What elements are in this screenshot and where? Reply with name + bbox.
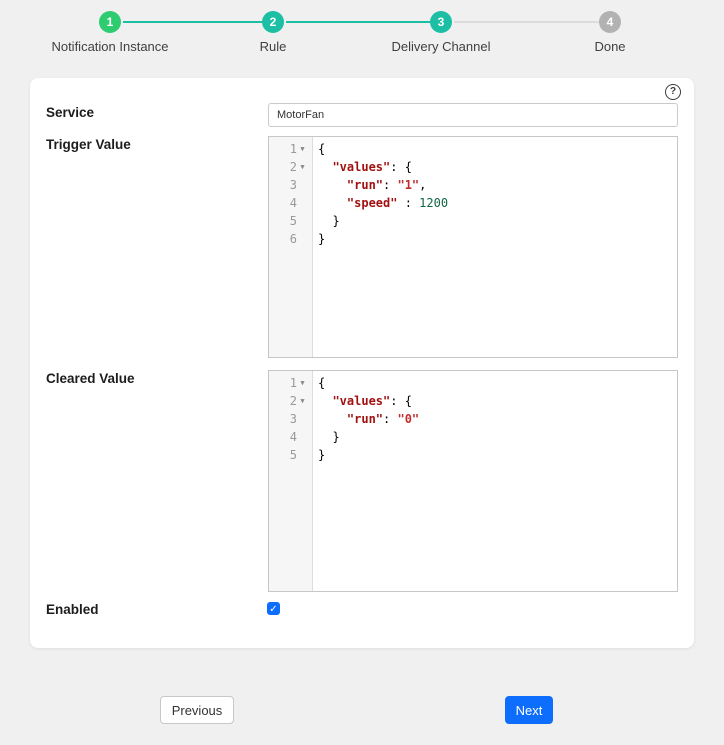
trigger-value-label: Trigger Value (46, 137, 131, 152)
line-number: 1 ▼ (269, 140, 312, 158)
line-number: 5 (289, 214, 297, 228)
line-number: 6 (289, 232, 297, 246)
code-line: } (318, 232, 326, 246)
fold-arrow-icon[interactable]: ▼ (297, 374, 308, 392)
step-4-circle[interactable]: 4 (599, 11, 621, 33)
line-number: 1 ▼ (269, 374, 312, 392)
step-connector-3-4 (454, 21, 599, 23)
service-input[interactable] (268, 103, 678, 127)
trigger-editor-gutter: 1 ▼ 2 ▼ 3 4 5 6 (269, 137, 313, 357)
code-line: "values": { (332, 394, 412, 408)
line-number: 4 (289, 430, 297, 444)
service-label: Service (46, 105, 95, 120)
page: 1 Notification Instance 2 Rule 3 Deliver… (0, 0, 724, 745)
line-number: 5 (289, 448, 297, 462)
step-2-circle[interactable]: 2 (262, 11, 284, 33)
line-number: 2 ▼ (269, 392, 312, 410)
code-line: } (318, 430, 340, 444)
step-2-label: Rule (259, 39, 287, 54)
fold-arrow-icon[interactable]: ▼ (297, 158, 308, 176)
line-number: 4 (289, 196, 297, 210)
code-line: "run": "1", (346, 178, 427, 192)
enabled-label: Enabled (46, 602, 99, 617)
code-line: { (318, 376, 326, 390)
code-line: "run": "0" (346, 412, 420, 426)
step-1-label: Notification Instance (51, 39, 169, 54)
step-connector-2-3 (286, 21, 430, 23)
code-line: } (318, 214, 340, 228)
line-number: 3 (289, 412, 297, 426)
fold-arrow-icon[interactable]: ▼ (297, 392, 308, 410)
code-line: "speed" : 1200 (346, 196, 449, 210)
step-3-label: Delivery Channel (391, 39, 491, 54)
fold-arrow-icon[interactable]: ▼ (297, 140, 308, 158)
code-line: } (318, 448, 326, 462)
code-line: "values": { (332, 160, 412, 174)
step-4-label: Done (594, 39, 626, 54)
line-number: 3 (289, 178, 297, 192)
line-number: 2 ▼ (269, 158, 312, 176)
trigger-editor-code[interactable]: { "values": { "run": "1", "speed" : 1200… (313, 137, 677, 357)
cleared-editor-code[interactable]: { "values": { "run": "0" }} (313, 371, 677, 591)
cleared-value-editor[interactable]: 1 ▼ 2 ▼ 3 4 5 { "values": { "run": "0" }} (268, 370, 678, 592)
step-3-circle[interactable]: 3 (430, 11, 452, 33)
form-card: ? Service Trigger Value 1▼2▼3456 { "valu… (30, 78, 694, 648)
step-1-circle[interactable]: 1 (99, 11, 121, 33)
enabled-checkbox[interactable]: ✓ (267, 602, 280, 615)
step-connector-1-2 (123, 21, 262, 23)
cleared-value-label: Cleared Value (46, 371, 135, 386)
help-icon[interactable]: ? (665, 84, 681, 100)
next-button[interactable]: Next (505, 696, 553, 724)
previous-button[interactable]: Previous (160, 696, 234, 724)
wizard-stepper: 1 Notification Instance 2 Rule 3 Deliver… (0, 0, 724, 60)
cleared-editor-gutter: 1 ▼ 2 ▼ 3 4 5 (269, 371, 313, 591)
trigger-value-editor[interactable]: 1 ▼ 2 ▼ 3 4 5 6 { "values": { "run": "1", "spee… (268, 136, 678, 358)
code-line: { (318, 142, 326, 156)
